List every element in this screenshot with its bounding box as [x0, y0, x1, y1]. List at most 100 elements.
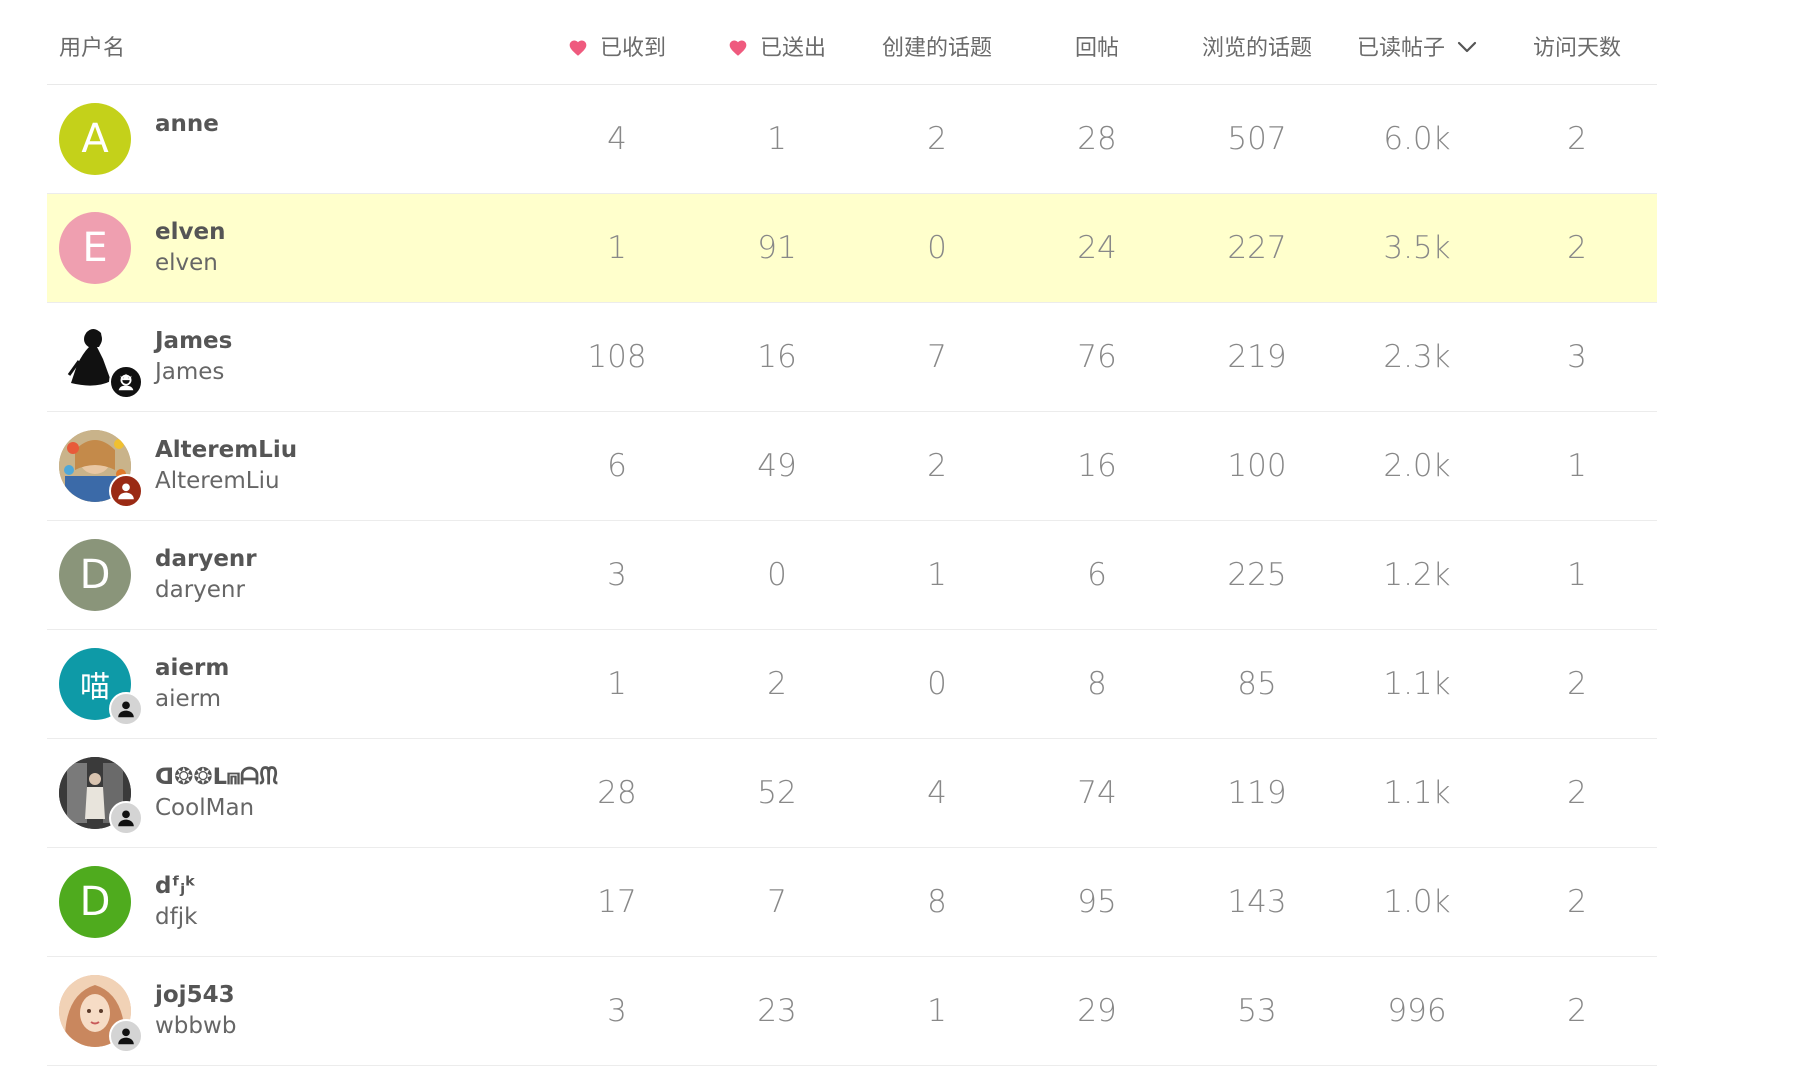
- full-name: daryenr: [155, 576, 245, 603]
- column-header-topics-created[interactable]: 创建的话题: [857, 0, 1017, 85]
- avatar[interactable]: D: [59, 538, 131, 611]
- topics-viewed-value: 225: [1177, 520, 1337, 630]
- likes-received-value: 1: [537, 629, 697, 739]
- user-names: AlteremLiu AlteremLiu: [155, 435, 297, 497]
- username-link[interactable]: daryenr: [155, 544, 257, 574]
- user-directory: 用户名 已收到 已送出 创建的话题 回帖 浏览的话题 已读帖子 访问天数 A a…: [47, 0, 1657, 1066]
- username-link[interactable]: James: [155, 326, 232, 356]
- likes-received-value: 17: [537, 847, 697, 957]
- topics-viewed-value: 119: [1177, 738, 1337, 848]
- likes-received-value: 108: [537, 302, 697, 412]
- likes-received-value: 4: [537, 84, 697, 194]
- likes-given-value: 16: [697, 302, 857, 412]
- avatar-wrapper: D: [59, 538, 131, 611]
- full-name: elven: [155, 249, 218, 276]
- topics-created-value: 1: [857, 956, 1017, 1066]
- likes-given-value: 1: [697, 84, 857, 194]
- topics-viewed-value: 85: [1177, 629, 1337, 739]
- username-link[interactable]: anne: [155, 109, 219, 139]
- column-header-label: 浏览的话题: [1201, 35, 1312, 61]
- user-icon: [118, 809, 134, 826]
- user-names: aierm aierm: [155, 653, 229, 715]
- days-visited-value: 2: [1497, 738, 1657, 848]
- user-status-badge: [109, 691, 143, 726]
- topics-created-value: 0: [857, 629, 1017, 739]
- topics-created-value: 1: [857, 520, 1017, 630]
- days-visited-value: 2: [1497, 193, 1657, 303]
- avatar[interactable]: E: [59, 211, 131, 284]
- replies-value: 95: [1017, 847, 1177, 957]
- topics-created-value: 2: [857, 411, 1017, 521]
- avatar[interactable]: A: [59, 102, 131, 175]
- avatar-wrapper: 喵: [59, 647, 143, 726]
- username-link[interactable]: dᶠⱼᵏ: [155, 871, 197, 901]
- column-header-label: 已收到: [599, 35, 666, 61]
- likes-received-value: 6: [537, 411, 697, 521]
- full-name: James: [155, 358, 225, 385]
- topics-viewed-value: 143: [1177, 847, 1337, 957]
- column-header-label: 创建的话题: [881, 35, 992, 61]
- replies-value: 28: [1017, 84, 1177, 194]
- likes-given-value: 0: [697, 520, 857, 630]
- user-cell: James James: [47, 302, 537, 412]
- user-cell: AlteremLiu AlteremLiu: [47, 411, 537, 521]
- column-header-posts-read[interactable]: 已读帖子: [1337, 0, 1497, 85]
- user-cell: E elven elven: [47, 193, 537, 303]
- days-visited-value: 2: [1497, 847, 1657, 957]
- replies-value: 6: [1017, 520, 1177, 630]
- topics-created-value: 4: [857, 738, 1017, 848]
- posts-read-value: 2.3k: [1337, 302, 1497, 412]
- topics-viewed-value: 507: [1177, 84, 1337, 194]
- topics-created-value: 8: [857, 847, 1017, 957]
- likes-given-value: 91: [697, 193, 857, 303]
- column-header-label: 访问天数: [1532, 35, 1621, 61]
- posts-read-value: 1.0k: [1337, 847, 1497, 957]
- heart-icon: [729, 40, 747, 56]
- chevron-down-icon: [1457, 41, 1477, 52]
- user-names: daryenr daryenr: [155, 544, 257, 606]
- topics-viewed-value: 219: [1177, 302, 1337, 412]
- user-icon: [118, 1027, 134, 1044]
- column-header-replies[interactable]: 回帖: [1017, 0, 1177, 85]
- table-row-6: ᗡ❂❂ᒪ⩎ᗩᙏ CoolMan 28 52 4 74 119 1.1k 2: [47, 738, 1657, 848]
- table-header-row: 用户名 已收到 已送出 创建的话题 回帖 浏览的话题 已读帖子 访问天数: [47, 0, 1657, 85]
- user-names: anne: [155, 109, 219, 139]
- username-link[interactable]: AlteremLiu: [155, 435, 297, 465]
- likes-received-value: 1: [537, 193, 697, 303]
- column-header-days-visited[interactable]: 访问天数: [1497, 0, 1657, 85]
- user-cell: A anne: [47, 84, 537, 194]
- user-cell: D daryenr daryenr: [47, 520, 537, 630]
- replies-value: 74: [1017, 738, 1177, 848]
- avatar[interactable]: D: [59, 865, 131, 938]
- topics-created-value: 0: [857, 193, 1017, 303]
- column-header-likes-given[interactable]: 已送出: [697, 0, 857, 85]
- column-header-likes-received[interactable]: 已收到: [537, 0, 697, 85]
- days-visited-value: 2: [1497, 84, 1657, 194]
- table-row-3: AlteremLiu AlteremLiu 6 49 2 16 100 2.0k…: [47, 411, 1657, 521]
- column-header-username[interactable]: 用户名: [47, 0, 537, 85]
- posts-read-value: 6.0k: [1337, 84, 1497, 194]
- topics-created-value: 2: [857, 84, 1017, 194]
- user-names: joj543 wbbwb: [155, 980, 236, 1042]
- column-header-label: 已读帖子: [1356, 35, 1445, 61]
- replies-value: 76: [1017, 302, 1177, 412]
- username-link[interactable]: aierm: [155, 653, 229, 683]
- replies-value: 29: [1017, 956, 1177, 1066]
- full-name: CoolMan: [155, 794, 255, 821]
- avatar-wrapper: [59, 974, 143, 1053]
- user-names: dᶠⱼᵏ dfjk: [155, 871, 197, 933]
- user-status-badge: [109, 1018, 143, 1053]
- user-directory-table: 用户名 已收到 已送出 创建的话题 回帖 浏览的话题 已读帖子 访问天数 A a…: [47, 0, 1657, 1066]
- username-link[interactable]: joj543: [155, 980, 236, 1010]
- column-header-topics-viewed[interactable]: 浏览的话题: [1177, 0, 1337, 85]
- username-link[interactable]: elven: [155, 217, 225, 247]
- avatar-wrapper: D: [59, 865, 131, 938]
- table-row-7: D dᶠⱼᵏ dfjk 17 7 8 95 143 1.0k 2: [47, 847, 1657, 957]
- full-name: dfjk: [155, 903, 198, 930]
- posts-read-value: 1.1k: [1337, 629, 1497, 739]
- username-link[interactable]: ᗡ❂❂ᒪ⩎ᗩᙏ: [155, 762, 278, 792]
- posts-read-value: 1.2k: [1337, 520, 1497, 630]
- days-visited-value: 1: [1497, 411, 1657, 521]
- likes-received-value: 3: [537, 956, 697, 1066]
- column-header-label: 回帖: [1074, 35, 1119, 61]
